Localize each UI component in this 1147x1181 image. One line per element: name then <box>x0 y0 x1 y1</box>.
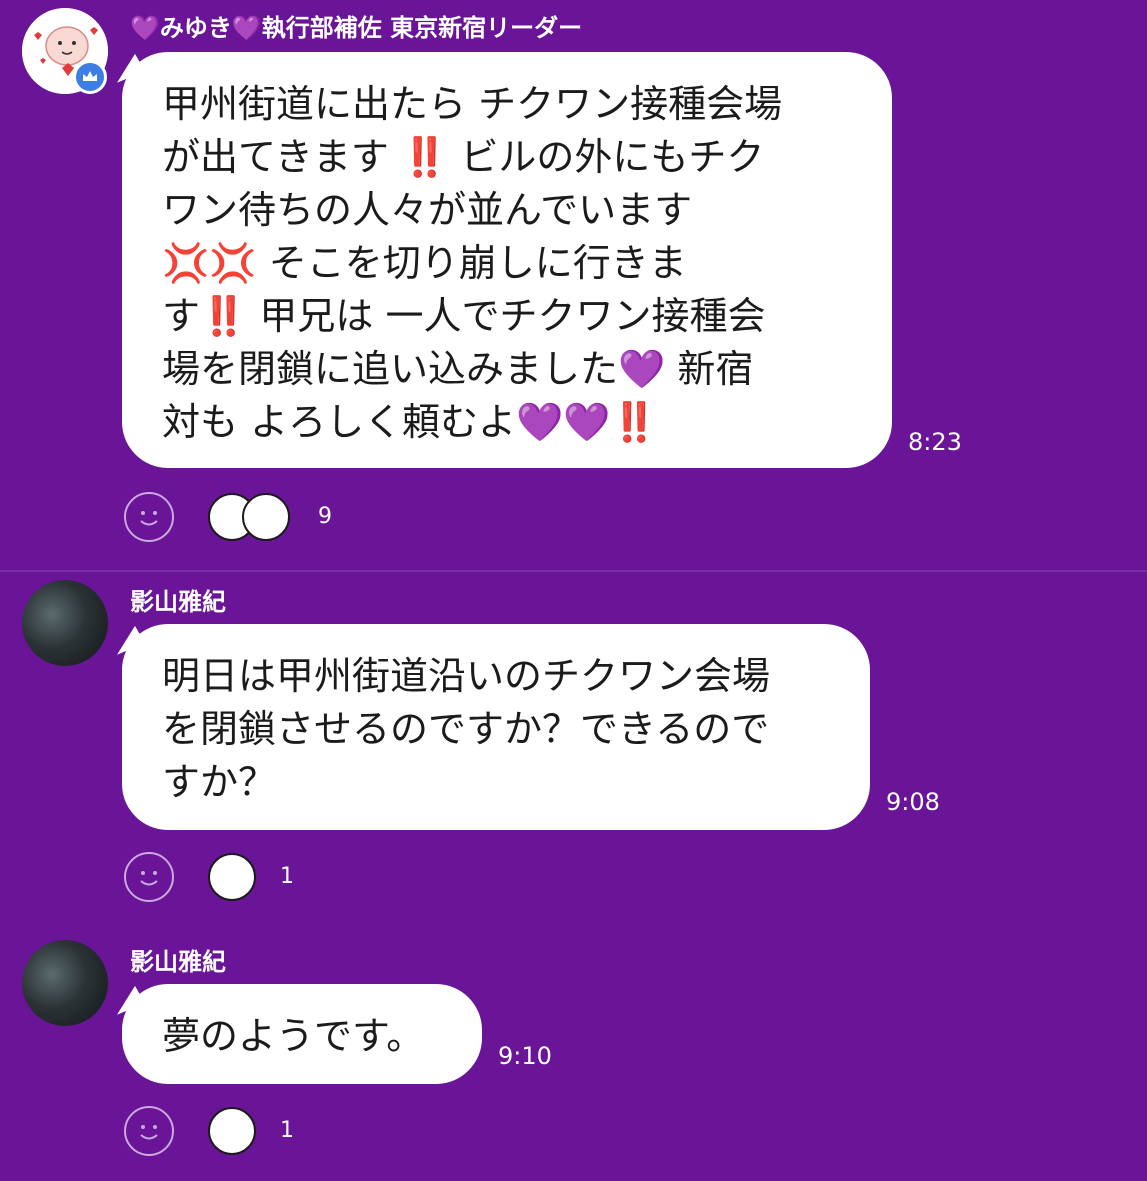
message-line: が出てきます ‼️ ビルの外にもチク <box>162 135 765 179</box>
reaction-stickers[interactable] <box>208 1106 256 1156</box>
message-line: 明日は甲州街道沿いのチクワン会場 <box>162 654 771 698</box>
sender-avatar[interactable] <box>22 940 108 1026</box>
message-line: 対も よろしく頼むよ💜💜‼️ <box>162 400 659 444</box>
thumbs-up-face-sticker <box>208 853 256 901</box>
reaction-count: 1 <box>280 1118 294 1143</box>
thumbs-up-face-sticker <box>208 1107 256 1155</box>
purple-heart-icon: 💜 <box>231 14 262 42</box>
message-line: 甲州街道に出たら チクワン接種会場 <box>162 82 783 126</box>
reaction-count: 9 <box>318 504 332 529</box>
message-bubble[interactable]: 夢のようです。 <box>122 984 482 1084</box>
crown-icon <box>73 60 107 94</box>
reaction-stickers[interactable] <box>208 492 290 542</box>
message-line: 場を閉鎖に追い込みました💜 新宿 <box>162 347 754 391</box>
add-reaction-button[interactable] <box>124 852 174 902</box>
add-reaction-button[interactable] <box>124 492 174 542</box>
message-line: を閉鎖させるのですか？できるので <box>162 707 770 751</box>
message-bubble[interactable]: 明日は甲州街道沿いのチクワン会場 を閉鎖させるのですか？できるので すか？ <box>122 624 870 830</box>
message-line: すか？ <box>162 760 277 804</box>
laughing-face-sticker <box>242 493 290 541</box>
add-reaction-button[interactable] <box>124 1106 174 1156</box>
message-line: 💢💢 そこを切り崩しに行きま <box>162 241 687 285</box>
reaction-count: 1 <box>280 864 294 889</box>
message-timestamp: 9:10 <box>498 1042 552 1070</box>
message-line: ワン待ちの人々が並んでいます <box>162 188 693 232</box>
message-timestamp: 8:23 <box>908 428 962 456</box>
smiley-outline-icon <box>140 511 158 526</box>
sender-title: 執行部補佐 東京新宿リーダー <box>261 14 583 42</box>
message-bubble[interactable]: 甲州街道に出たら チクワン接種会場 が出てきます ‼️ ビルの外にもチク ワン待… <box>122 52 892 468</box>
smiley-outline-icon <box>140 1125 158 1140</box>
reaction-stickers[interactable] <box>208 852 256 902</box>
message-line: す‼️ 甲兄は 一人でチクワン接種会 <box>162 294 766 338</box>
sender-nickname: みゆき <box>159 14 232 42</box>
smiley-outline-icon <box>140 871 158 886</box>
sender-name: 影山雅紀 <box>130 588 226 616</box>
sender-avatar[interactable] <box>22 580 108 666</box>
chat-screenshot-1: 💜みゆき💜執行部補佐 東京新宿リーダー 甲州街道に出たら チクワン接種会場 が出… <box>0 0 1147 570</box>
message-timestamp: 9:08 <box>886 788 940 816</box>
sender-name: 💜みゆき💜執行部補佐 東京新宿リーダー <box>130 8 582 43</box>
purple-heart-icon: 💜 <box>130 14 160 42</box>
message-line: 夢のようです。 <box>162 1014 425 1058</box>
sender-name: 影山雅紀 <box>130 948 226 976</box>
chat-screenshot-2: 影山雅紀 明日は甲州街道沿いのチクワン会場 を閉鎖させるのですか？できるので す… <box>0 572 1147 1181</box>
